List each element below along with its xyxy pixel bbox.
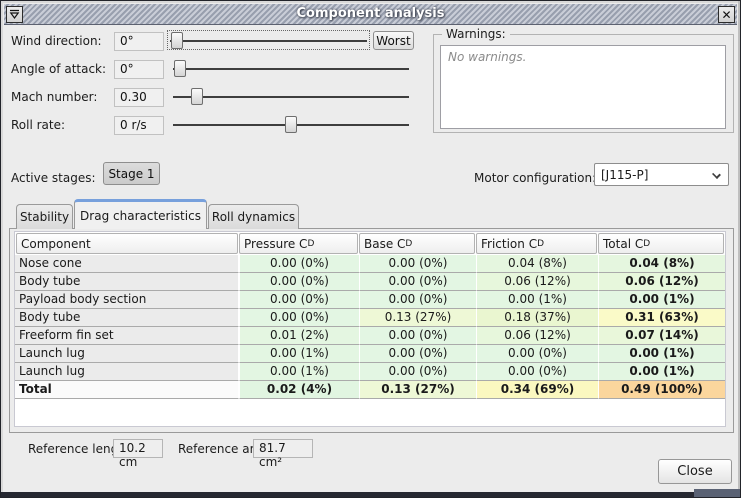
tab-roll-dynamics[interactable]: Roll dynamics bbox=[208, 204, 299, 229]
friction-cd-cell: 0.04 (8%) bbox=[476, 255, 598, 273]
component-cell: Launch lug bbox=[15, 345, 239, 363]
motor-configuration-select[interactable]: [J115-P] bbox=[594, 163, 729, 186]
friction-cd-cell: 0.00 (0%) bbox=[476, 363, 598, 381]
window-resize-corner[interactable] bbox=[694, 489, 740, 497]
slider-thumb[interactable] bbox=[191, 88, 203, 105]
mach-number-label: Mach number: bbox=[11, 90, 97, 104]
close-button[interactable]: Close bbox=[658, 459, 732, 484]
window-frame-bottom bbox=[1, 492, 740, 497]
total-cd-cell: 0.00 (1%) bbox=[598, 345, 725, 363]
total-cd-cell: 0.07 (14%) bbox=[598, 327, 725, 345]
slider-thumb[interactable] bbox=[171, 32, 183, 49]
pressure-cd-cell: 0.00 (0%) bbox=[239, 291, 359, 309]
slider-track bbox=[173, 96, 409, 98]
base-cd-cell: 0.00 (0%) bbox=[359, 345, 476, 363]
total-cd-cell: 0.00 (1%) bbox=[598, 363, 725, 381]
column-header-total: Total CD bbox=[598, 233, 724, 254]
base-cd-cell: 0.00 (0%) bbox=[359, 327, 476, 345]
close-icon: ✕ bbox=[721, 8, 731, 22]
stage-1-toggle[interactable]: Stage 1 bbox=[103, 162, 160, 185]
wind-direction-slider[interactable] bbox=[167, 30, 370, 50]
component-cell: Launch lug bbox=[15, 363, 239, 381]
component-cell: Body tube bbox=[15, 273, 239, 291]
reference-length-value: 10.2 cm bbox=[113, 439, 163, 458]
column-header-component: Component bbox=[16, 233, 238, 254]
drag-table-header: Component Pressure CD Base CD Friction C… bbox=[15, 232, 725, 255]
total-cd-cell: 0.06 (12%) bbox=[598, 273, 725, 291]
slider-track bbox=[173, 68, 409, 70]
component-cell: Freeform fin set bbox=[15, 327, 239, 345]
friction-cd-cell: 0.00 (0%) bbox=[476, 345, 598, 363]
window-close-button[interactable]: ✕ bbox=[718, 6, 735, 23]
friction-cd-cell: 0.34 (69%) bbox=[476, 381, 598, 399]
motor-configuration-label: Motor configuration: bbox=[474, 171, 596, 185]
base-cd-cell: 0.00 (0%) bbox=[359, 291, 476, 309]
component-cell: Total bbox=[15, 381, 239, 399]
component-cell: Body tube bbox=[15, 309, 239, 327]
worst-button[interactable]: Worst bbox=[373, 31, 414, 50]
no-warnings-text: No warnings. bbox=[448, 50, 718, 64]
roll-rate-label: Roll rate: bbox=[11, 118, 65, 132]
component-cell: Payload body section bbox=[15, 291, 239, 309]
base-cd-cell: 0.00 (0%) bbox=[359, 273, 476, 291]
titlebar[interactable]: Component analysis ✕ bbox=[4, 4, 737, 25]
base-cd-cell: 0.00 (0%) bbox=[359, 255, 476, 273]
motor-configuration-value: [J115-P] bbox=[601, 168, 648, 182]
base-cd-cell: 0.00 (0%) bbox=[359, 363, 476, 381]
angle-of-attack-field[interactable]: 0° bbox=[114, 60, 164, 79]
component-cell: Nose cone bbox=[15, 255, 239, 273]
column-header-pressure: Pressure CD bbox=[239, 233, 358, 254]
friction-cd-cell: 0.18 (37%) bbox=[476, 309, 598, 327]
angle-of-attack-slider[interactable] bbox=[171, 59, 411, 79]
slider-track bbox=[170, 40, 367, 42]
total-cd-cell: 0.31 (63%) bbox=[598, 309, 725, 327]
chevron-down-icon bbox=[712, 170, 721, 179]
tab-stability[interactable]: Stability bbox=[16, 204, 73, 229]
base-cd-cell: 0.13 (27%) bbox=[359, 381, 476, 399]
mach-number-field[interactable]: 0.30 bbox=[114, 88, 164, 107]
friction-cd-cell: 0.06 (12%) bbox=[476, 273, 598, 291]
reference-area-value: 81.7 cm² bbox=[253, 439, 313, 458]
wind-direction-label: Wind direction: bbox=[11, 34, 102, 48]
wind-direction-field[interactable]: 0° bbox=[114, 32, 164, 51]
total-cd-cell: 0.00 (1%) bbox=[598, 291, 725, 309]
tab-drag-characteristics[interactable]: Drag characteristics bbox=[74, 199, 207, 229]
column-header-base: Base CD bbox=[359, 233, 475, 254]
pressure-cd-cell: 0.00 (1%) bbox=[239, 363, 359, 381]
pressure-cd-cell: 0.02 (4%) bbox=[239, 381, 359, 399]
slider-thumb[interactable] bbox=[174, 60, 186, 77]
pressure-cd-cell: 0.00 (0%) bbox=[239, 255, 359, 273]
mach-number-slider[interactable] bbox=[171, 87, 411, 107]
friction-cd-cell: 0.00 (1%) bbox=[476, 291, 598, 309]
column-header-friction: Friction CD bbox=[476, 233, 597, 254]
friction-cd-cell: 0.06 (12%) bbox=[476, 327, 598, 345]
drag-table-body: Nose cone 0.00 (0%) 0.00 (0%) 0.04 (8%) … bbox=[15, 255, 725, 399]
total-cd-cell: 0.49 (100%) bbox=[598, 381, 725, 399]
warnings-list: No warnings. bbox=[440, 45, 726, 129]
slider-thumb[interactable] bbox=[285, 116, 297, 133]
pressure-cd-cell: 0.00 (0%) bbox=[239, 273, 359, 291]
warnings-group-label: Warnings: bbox=[442, 27, 510, 41]
pressure-cd-cell: 0.00 (0%) bbox=[239, 309, 359, 327]
pressure-cd-cell: 0.01 (2%) bbox=[239, 327, 359, 345]
pressure-cd-cell: 0.00 (1%) bbox=[239, 345, 359, 363]
active-stages-label: Active stages: bbox=[11, 171, 96, 185]
drag-table-scrollpane: Component Pressure CD Base CD Friction C… bbox=[14, 231, 726, 427]
angle-of-attack-label: Angle of attack: bbox=[11, 62, 106, 76]
total-cd-cell: 0.04 (8%) bbox=[598, 255, 725, 273]
window-title: Component analysis bbox=[4, 6, 737, 21]
roll-rate-slider[interactable] bbox=[171, 115, 411, 135]
roll-rate-field[interactable]: 0 r/s bbox=[114, 116, 164, 135]
base-cd-cell: 0.13 (27%) bbox=[359, 309, 476, 327]
component-analysis-dialog: Component analysis ✕ Wind direction: 0° … bbox=[0, 0, 741, 498]
